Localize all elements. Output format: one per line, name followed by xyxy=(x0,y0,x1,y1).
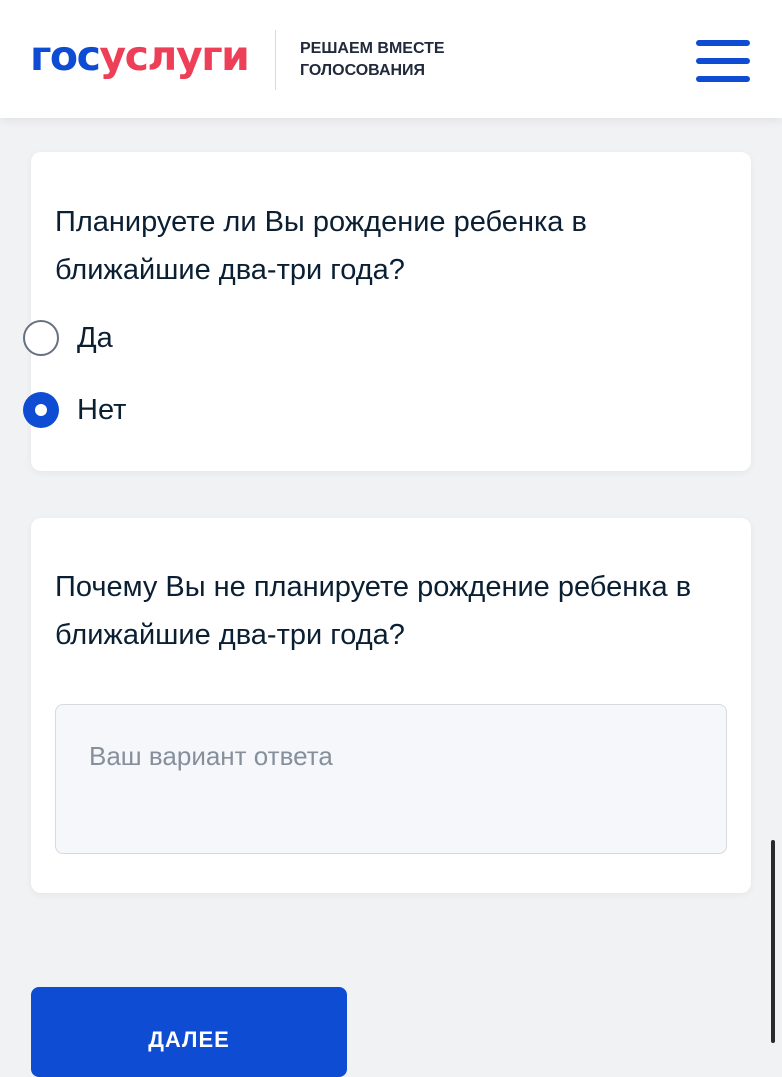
logo-text-uslugi: услуги xyxy=(99,32,249,80)
hamburger-menu-icon[interactable] xyxy=(694,38,752,84)
next-button[interactable]: ДАЛЕЕ xyxy=(31,987,347,1077)
radio-unchecked-icon[interactable] xyxy=(23,320,59,356)
option-label-yes: Да xyxy=(77,321,113,354)
gosuslugi-logo[interactable]: госуслуги xyxy=(30,30,250,82)
question-card-plans: Планируете ли Вы рождение ребенка в ближ… xyxy=(31,152,751,471)
question-card-reason: Почему Вы не планируете рождение ребенка… xyxy=(31,518,751,893)
radio-option-no[interactable]: Нет xyxy=(23,388,126,432)
question-title: Планируете ли Вы рождение ребенка в ближ… xyxy=(55,206,587,286)
question-title: Почему Вы не планируете рождение ребенка… xyxy=(55,571,692,651)
caption-line-1: РЕШАЕМ ВМЕСТЕ xyxy=(300,40,445,57)
caption-line-2: ГОЛОСОВАНИЯ xyxy=(300,62,426,79)
section-caption: РЕШАЕМ ВМЕСТЕ ГОЛОСОВАНИЯ xyxy=(300,38,445,82)
header-divider xyxy=(275,30,276,90)
radio-checked-icon[interactable] xyxy=(23,392,59,428)
page-scrollbar[interactable] xyxy=(771,840,775,1043)
next-button-label: ДАЛЕЕ xyxy=(148,1027,230,1052)
radio-option-yes[interactable]: Да xyxy=(23,316,113,360)
top-header: госуслуги РЕШАЕМ ВМЕСТЕ ГОЛОСОВАНИЯ xyxy=(0,0,782,118)
logo-text-gos: гос xyxy=(30,32,101,80)
option-label-no: Нет xyxy=(77,393,127,426)
answer-placeholder: Ваш вариант ответа xyxy=(89,741,333,771)
answer-text-field[interactable]: Ваш вариант ответа xyxy=(55,704,727,854)
